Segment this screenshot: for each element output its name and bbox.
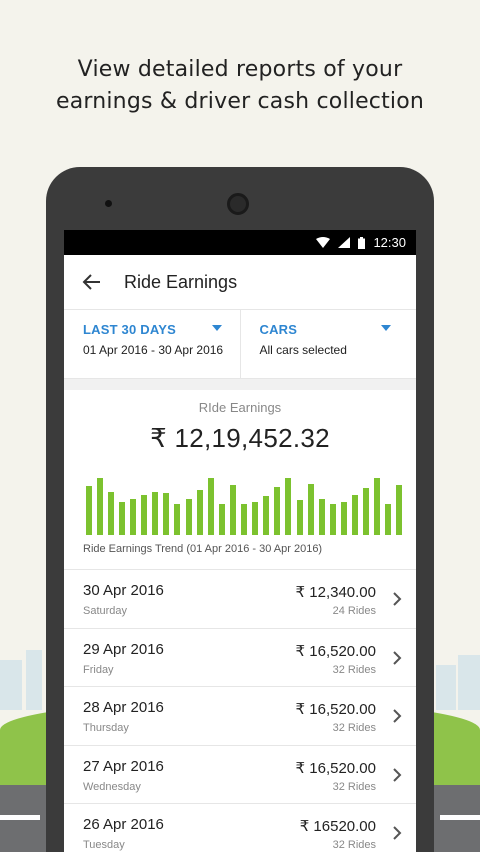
list-item[interactable]: 29 Apr 2016 Friday ₹ 16,520.00 32 Rides <box>64 629 416 687</box>
phone-camera <box>227 193 249 215</box>
list-item[interactable]: 27 Apr 2016 Wednesday ₹ 16,520.00 32 Rid… <box>64 746 416 804</box>
chart-bar <box>141 494 148 535</box>
wifi-icon <box>316 237 331 248</box>
chart-bar <box>363 488 370 535</box>
chart-bar <box>185 499 192 535</box>
chart-bar <box>96 478 103 535</box>
chart-bar <box>241 503 247 535</box>
status-time: 12:30 <box>373 235 406 250</box>
earnings-summary: RIde Earnings ₹ 12,19,452.32 Ride Earnin… <box>64 390 416 570</box>
road-marking <box>440 815 480 820</box>
road-marking <box>0 815 40 820</box>
earnings-list: 30 Apr 2016 Saturday ₹ 12,340.00 24 Ride… <box>64 570 416 852</box>
row-amount: ₹ 16,520.00 <box>295 642 376 660</box>
chart-bar <box>85 485 92 535</box>
chevron-right-icon <box>393 826 402 840</box>
app-bar: Ride Earnings <box>64 255 416 310</box>
arrow-left-icon[interactable] <box>82 272 102 292</box>
app-screen: 12:30 Ride Earnings LAST 30 DAYS 01 Apr … <box>64 230 416 852</box>
phone-speaker <box>105 200 112 207</box>
list-item[interactable]: 30 Apr 2016 Saturday ₹ 12,340.00 24 Ride… <box>64 570 416 629</box>
trend-label: Ride Earnings Trend (01 Apr 2016 - 30 Ap… <box>83 543 323 555</box>
earnings-trend-chart <box>83 475 405 535</box>
section-divider <box>64 379 416 390</box>
chart-bar <box>329 503 336 535</box>
headline-line-1: View detailed reports of your <box>77 57 403 82</box>
row-amount: ₹ 12,340.00 <box>295 584 376 601</box>
signal-icon <box>338 237 351 248</box>
chart-bar <box>307 484 314 535</box>
chart-bar <box>163 493 170 535</box>
chevron-right-icon <box>393 767 402 782</box>
date-range-dropdown[interactable]: LAST 30 DAYS 01 Apr 2016 - 30 Apr 2016 <box>64 310 240 378</box>
chart-bar <box>318 499 325 535</box>
chevron-right-icon <box>393 709 402 723</box>
chart-bar <box>174 503 181 535</box>
filter-bar: LAST 30 DAYS 01 Apr 2016 - 30 Apr 2016 C… <box>64 310 416 379</box>
row-rides: 32 Rides <box>332 663 376 676</box>
chart-bar <box>396 484 403 535</box>
chart-bar <box>218 503 225 535</box>
chart-bar <box>196 490 203 535</box>
page-title: Ride Earnings <box>124 271 238 292</box>
chart-bar <box>340 502 347 535</box>
cars-label: CARS <box>259 322 298 337</box>
chart-bar <box>118 502 125 535</box>
caret-down-icon <box>212 325 222 331</box>
list-item[interactable]: 26 Apr 2016 Tuesday ₹ 16520.00 32 Rides <box>64 804 416 852</box>
total-earnings: ₹ 12,19,452.32 <box>150 423 330 453</box>
chart-bar <box>207 478 214 535</box>
chart-bar <box>107 491 114 535</box>
row-rides: 32 Rides <box>332 839 376 851</box>
date-range-value: 01 Apr 2016 - 30 Apr 2016 <box>83 343 224 357</box>
row-rides: 24 Rides <box>332 605 376 617</box>
cars-value: All cars selected <box>259 343 347 357</box>
chart-bar <box>152 491 159 535</box>
chart-bar <box>274 487 281 535</box>
summary-label: RIde Earnings <box>198 400 282 415</box>
chevron-right-icon <box>393 592 402 606</box>
headline-line-2: earnings & driver cash collection <box>55 89 425 114</box>
cars-dropdown[interactable]: CARS All cars selected <box>239 310 417 378</box>
chart-bar <box>285 478 292 535</box>
chart-bar <box>229 485 236 535</box>
row-amount: ₹ 16520.00 <box>299 818 376 835</box>
battery-icon <box>358 236 366 249</box>
chart-bar <box>263 496 270 535</box>
chart-bar <box>352 494 358 535</box>
status-bar: 12:30 <box>64 230 416 255</box>
row-rides: 32 Rides <box>332 722 376 734</box>
row-rides: 32 Rides <box>332 780 376 793</box>
chart-bar <box>296 500 303 535</box>
headline: View detailed reports of your earnings &… <box>0 54 480 118</box>
caret-down-icon <box>380 325 391 331</box>
chart-bar <box>385 503 392 535</box>
row-amount: ₹ 16,520.00 <box>295 759 376 777</box>
row-amount: ₹ 16,520.00 <box>295 701 376 718</box>
list-item[interactable]: 28 Apr 2016 Thursday ₹ 16,520.00 32 Ride… <box>64 687 416 746</box>
chart-bar <box>374 478 381 535</box>
chevron-right-icon <box>393 650 402 665</box>
chart-bar <box>130 499 136 535</box>
chart-bar <box>252 502 259 535</box>
